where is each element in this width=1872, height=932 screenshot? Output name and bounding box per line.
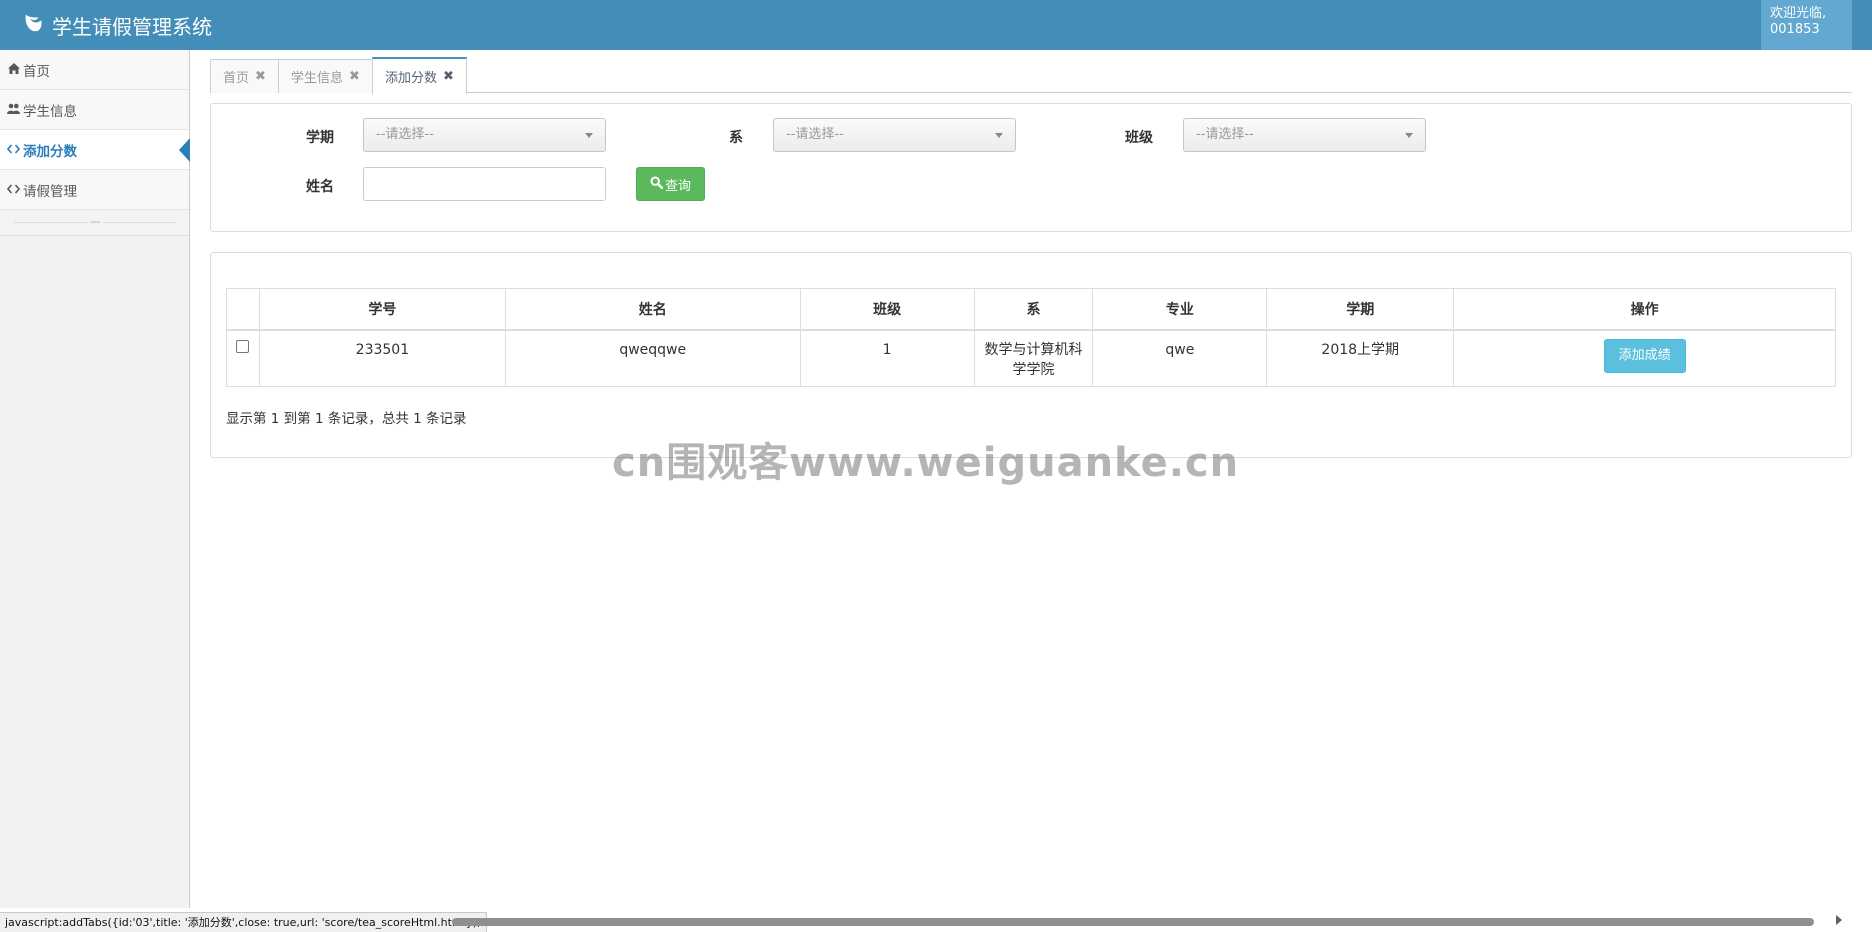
- column-header[interactable]: 姓名: [504, 288, 801, 331]
- watermark: cn围观客www.weiguanke.cn: [612, 440, 1240, 486]
- student-id-cell: 233501: [258, 329, 506, 387]
- tab-bar: 首页 ✖ 学生信息 ✖ 添加分数 ✖: [210, 57, 1852, 94]
- table-row: 233501 qweqqwe 1 数学与计算机科 学学院 qwe 2018上学期…: [226, 329, 1836, 387]
- scroll-right-arrow-icon[interactable]: [1836, 915, 1842, 925]
- row-select-cell: [226, 329, 260, 387]
- results-panel: 学号 姓名 班级 系 专业 学期 操作 233501 qweqqwe 1 数学与…: [210, 252, 1852, 458]
- dept-select[interactable]: --请选择--: [773, 118, 1016, 152]
- sidebar-item-label: 添加分数: [23, 143, 77, 160]
- dept-cell-line: 学学院: [1012, 361, 1055, 378]
- term-label: 学期: [306, 130, 334, 146]
- app-title: 学生请假管理系统: [52, 14, 212, 39]
- class-select[interactable]: --请选择--: [1183, 118, 1426, 152]
- column-header[interactable]: 班级: [799, 288, 975, 331]
- select-all-header: [226, 288, 260, 331]
- column-header[interactable]: 专业: [1092, 288, 1268, 331]
- close-icon[interactable]: ✖: [255, 69, 266, 84]
- collapse-toggle-icon[interactable]: —: [87, 214, 103, 230]
- sidebar-item-student-info[interactable]: 学生信息: [0, 90, 189, 130]
- sidebar-item-label: 首页: [23, 63, 50, 80]
- class-select-value: --请选择--: [1196, 127, 1254, 142]
- name-label: 姓名: [306, 179, 334, 195]
- search-panel: 学期 --请选择-- 系 --请选择-- 班级 --请选择-- 姓名 查询: [210, 103, 1852, 232]
- score-table: 学号 姓名 班级 系 专业 学期 操作 233501 qweqqwe 1 数学与…: [226, 288, 1836, 387]
- chevron-down-icon: [1405, 133, 1413, 138]
- users-icon: [6, 103, 21, 117]
- search-button-label: 查询: [664, 178, 691, 194]
- dept-label: 系: [729, 130, 743, 146]
- column-header[interactable]: 学期: [1266, 288, 1455, 331]
- row-checkbox[interactable]: [236, 339, 250, 353]
- tab-label: 学生信息: [291, 71, 344, 86]
- dept-cell: 数学与计算机科 学学院: [973, 329, 1094, 387]
- dept-select-value: --请选择--: [786, 127, 844, 142]
- code-icon: [6, 183, 21, 197]
- add-score-button[interactable]: 添加成绩: [1603, 338, 1686, 373]
- sidebar-item-label: 学生信息: [23, 103, 77, 120]
- column-header: 操作: [1453, 288, 1836, 331]
- sidebar-item-home[interactable]: 首页: [0, 50, 189, 90]
- sidebar-collapse-bar: —: [0, 210, 189, 236]
- term-select-value: --请选择--: [376, 127, 434, 142]
- leaf-logo-icon: [22, 12, 52, 39]
- chevron-down-icon: [995, 133, 1003, 138]
- student-name-cell: qweqqwe: [504, 329, 801, 387]
- top-navbar: 学生请假管理系统 欢迎光临, 001853: [0, 0, 1872, 50]
- tab-add-score[interactable]: 添加分数 ✖: [372, 57, 467, 94]
- sidebar-item-label: 请假管理: [23, 183, 77, 200]
- major-cell: qwe: [1092, 329, 1268, 387]
- pagination-info: 显示第 1 到第 1 条记录，总共 1 条记录: [226, 411, 467, 427]
- user-id: 001853: [1770, 22, 1820, 37]
- term-cell: 2018上学期: [1266, 329, 1455, 387]
- search-icon: [650, 175, 665, 193]
- browser-status-bar: javascript:addTabs({id:'03',title: '添加分数…: [0, 912, 487, 932]
- horizontal-scrollbar-thumb[interactable]: [452, 918, 1814, 926]
- close-icon[interactable]: ✖: [349, 69, 360, 84]
- search-button[interactable]: 查询: [636, 167, 705, 201]
- close-icon[interactable]: ✖: [443, 69, 454, 84]
- welcome-text: 欢迎光临,: [1770, 6, 1827, 21]
- sidebar: 首页 学生信息 添加分数 请假管理 —: [0, 50, 190, 908]
- code-icon: [6, 143, 21, 157]
- tab-student-info[interactable]: 学生信息 ✖: [278, 59, 373, 93]
- dept-cell-line: 数学与计算机科: [984, 341, 1083, 358]
- user-menu[interactable]: 欢迎光临, 001853: [1761, 0, 1852, 50]
- class-cell: 1: [799, 329, 975, 387]
- name-input[interactable]: [363, 167, 606, 201]
- class-label: 班级: [1125, 130, 1153, 146]
- home-icon: [6, 62, 21, 77]
- column-header[interactable]: 学号: [258, 288, 506, 331]
- term-select[interactable]: --请选择--: [363, 118, 606, 152]
- chevron-down-icon: [585, 133, 593, 138]
- tab-label: 首页: [223, 71, 250, 86]
- tab-label: 添加分数: [385, 71, 438, 86]
- tab-home[interactable]: 首页 ✖: [210, 59, 279, 93]
- column-header[interactable]: 系: [973, 288, 1094, 331]
- sidebar-item-leave-management[interactable]: 请假管理: [0, 170, 189, 210]
- table-header-row: 学号 姓名 班级 系 专业 学期 操作: [226, 288, 1836, 331]
- sidebar-item-add-score[interactable]: 添加分数: [0, 130, 190, 170]
- action-cell: 添加成绩: [1453, 329, 1836, 387]
- app-brand[interactable]: 学生请假管理系统: [22, 8, 212, 42]
